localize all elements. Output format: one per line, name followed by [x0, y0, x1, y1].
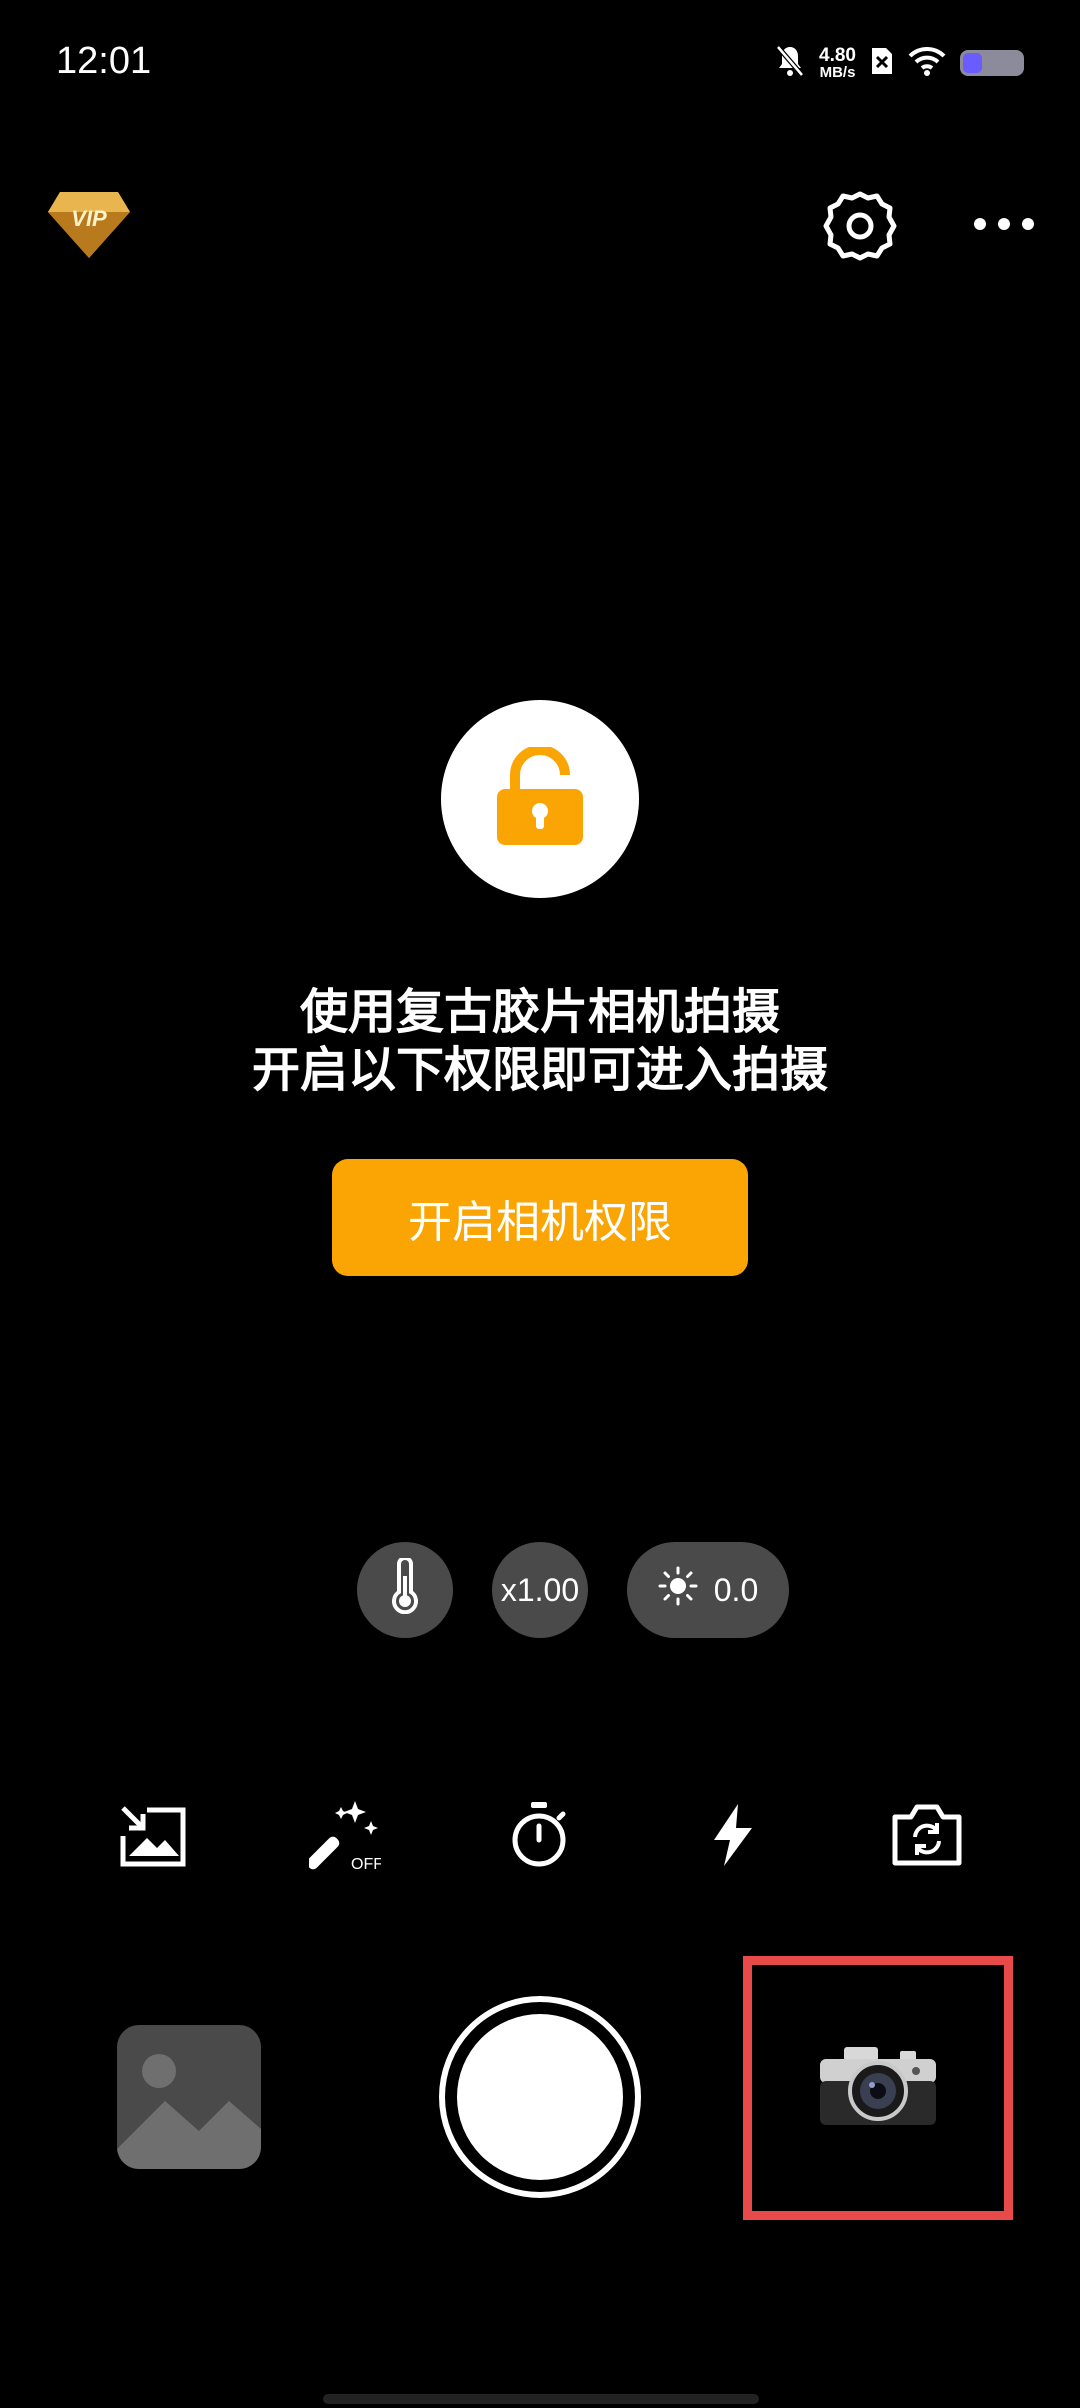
status-icons: 4.80 MB/s: [775, 38, 1024, 88]
zoom-button[interactable]: x1.00: [492, 1542, 588, 1638]
home-indicator: [323, 2394, 759, 2404]
gallery-image-icon: [117, 2054, 261, 2169]
vip-label: VIP: [71, 206, 107, 231]
flash-icon: [708, 1802, 758, 1872]
prompt-line-1: 使用复古胶片相机拍摄: [299, 984, 780, 1040]
mute-bell-icon: [775, 44, 805, 82]
flash-button[interactable]: [688, 1792, 778, 1882]
status-time: 12:01: [56, 40, 152, 82]
import-image-button[interactable]: [108, 1792, 198, 1882]
import-image-icon: [117, 1802, 189, 1872]
network-speed-value: 4.80: [819, 45, 856, 66]
magic-off-label: OFF: [351, 1856, 381, 1873]
permission-prompt: 使用复古胶片相机拍摄 开启以下权限即可进入拍摄: [0, 983, 1080, 1099]
color-temperature-button[interactable]: [357, 1542, 453, 1638]
gallery-button[interactable]: [117, 2025, 261, 2169]
network-speed-unit: MB/s: [819, 64, 856, 81]
exposure-button[interactable]: 0.0: [627, 1542, 789, 1638]
camera-model-select-button[interactable]: [743, 1956, 1013, 2220]
thermometer-icon: [390, 1556, 420, 1622]
network-speed: 4.80 MB/s: [819, 46, 856, 80]
shutter-button[interactable]: [439, 1996, 641, 2198]
flip-camera-icon: [891, 1803, 963, 1871]
retro-camera-icon: [816, 2043, 940, 2133]
more-icon[interactable]: [970, 200, 1038, 248]
exposure-value: 0.0: [713, 1571, 759, 1608]
sim-x-icon: [870, 46, 894, 80]
lock-badge: [441, 700, 639, 898]
battery-icon: [960, 50, 1024, 76]
flip-camera-button[interactable]: [882, 1792, 972, 1882]
unlock-icon: [495, 745, 585, 851]
timer-icon: [507, 1800, 571, 1874]
battery-level: [963, 53, 983, 73]
shutter-inner: [457, 2014, 623, 2180]
brightness-icon: [658, 1566, 698, 1614]
timer-button[interactable]: [494, 1792, 584, 1882]
wifi-icon: [908, 46, 946, 80]
enable-camera-permission-button[interactable]: 开启相机权限: [332, 1159, 748, 1276]
settings-icon[interactable]: [822, 188, 898, 264]
vip-badge-icon[interactable]: VIP: [46, 188, 132, 260]
prompt-line-2: 开启以下权限即可进入拍摄: [251, 1042, 828, 1098]
magic-wand-icon: OFF: [306, 1797, 383, 1877]
beauty-filter-button[interactable]: OFF: [300, 1792, 390, 1882]
